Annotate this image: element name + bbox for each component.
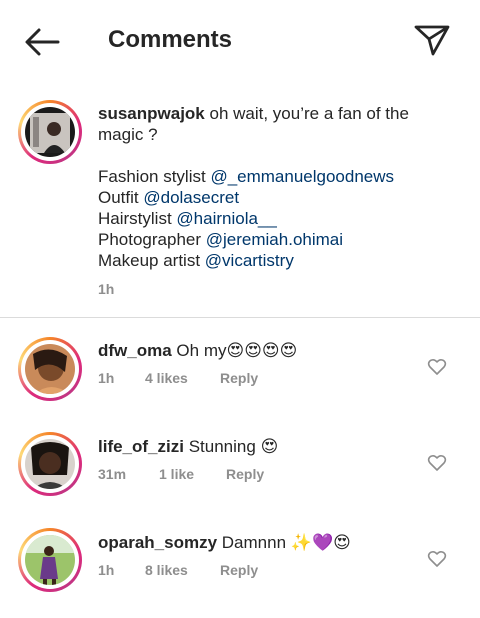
avatar — [25, 107, 75, 157]
like-button[interactable] — [427, 549, 447, 569]
post-author-avatar[interactable] — [18, 100, 82, 164]
like-button[interactable] — [427, 453, 447, 473]
credit-line: Outfit @dolasecret — [98, 188, 240, 207]
comment-body: oparah_somzy Damnnn ✨💜😍 — [98, 533, 351, 553]
back-button[interactable] — [22, 26, 62, 58]
likes-count[interactable]: 1 like — [159, 466, 194, 482]
comment-text: Stunning — [188, 437, 256, 456]
post-caption: susanpwajok oh wait, you’re a fan of the… — [98, 103, 438, 271]
comment-avatar[interactable] — [18, 528, 82, 592]
heart-icon — [427, 550, 447, 567]
mention-link[interactable]: @jeremiah.ohimai — [206, 230, 343, 249]
comment-text: Oh my — [176, 341, 227, 360]
emoji-text: ✨💜😍 — [290, 533, 351, 553]
credit-line: Hairstylist @hairniola__ — [98, 209, 277, 228]
page-title: Comments — [108, 26, 233, 53]
avatar — [25, 344, 75, 394]
comment-timestamp: 1h — [98, 370, 115, 386]
credit-line: Makeup artist @vicartistry — [98, 251, 294, 270]
credit-line: Fashion stylist @_emmanuelgoodnews — [98, 167, 395, 186]
comment-text: Damnnn — [221, 533, 287, 552]
comment-body: dfw_oma Oh my😍😍😍😍 — [98, 341, 297, 361]
comment-body: life_of_zizi Stunning 😍 — [98, 437, 278, 457]
comment-username[interactable]: oparah_somzy — [98, 533, 217, 552]
reply-button[interactable]: Reply — [226, 466, 264, 482]
heart-icon — [427, 358, 447, 375]
likes-count[interactable]: 4 likes — [145, 370, 188, 386]
mention-link[interactable]: @hairniola__ — [176, 209, 276, 228]
like-button[interactable] — [427, 357, 447, 377]
share-button[interactable] — [412, 22, 452, 58]
avatar — [25, 535, 75, 585]
mention-link[interactable]: @dolasecret — [143, 188, 239, 207]
heart-icon — [427, 454, 447, 471]
comment-timestamp: 1h — [98, 562, 115, 578]
paper-plane-icon — [414, 25, 450, 56]
divider — [0, 317, 480, 318]
reply-button[interactable]: Reply — [220, 562, 258, 578]
avatar — [25, 439, 75, 489]
comment-username[interactable]: life_of_zizi — [98, 437, 184, 456]
emoji-text: 😍😍😍😍 — [226, 341, 298, 361]
mention-link[interactable]: @vicartistry — [205, 251, 294, 270]
header-bar: Comments — [0, 0, 480, 82]
comment-avatar[interactable] — [18, 337, 82, 401]
arrow-left-icon — [25, 28, 60, 56]
likes-count[interactable]: 8 likes — [145, 562, 188, 578]
post-timestamp: 1h — [98, 281, 115, 297]
reply-button[interactable]: Reply — [220, 370, 258, 386]
mention-link[interactable]: @_emmanuelgoodnews — [210, 167, 394, 186]
emoji-text: 😍 — [260, 437, 279, 457]
credit-line: Photographer @jeremiah.ohimai — [98, 230, 344, 249]
comment-username[interactable]: dfw_oma — [98, 341, 172, 360]
comment-timestamp: 31m — [98, 466, 127, 482]
post-username[interactable]: susanpwajok — [98, 104, 205, 123]
comment-avatar[interactable] — [18, 432, 82, 496]
